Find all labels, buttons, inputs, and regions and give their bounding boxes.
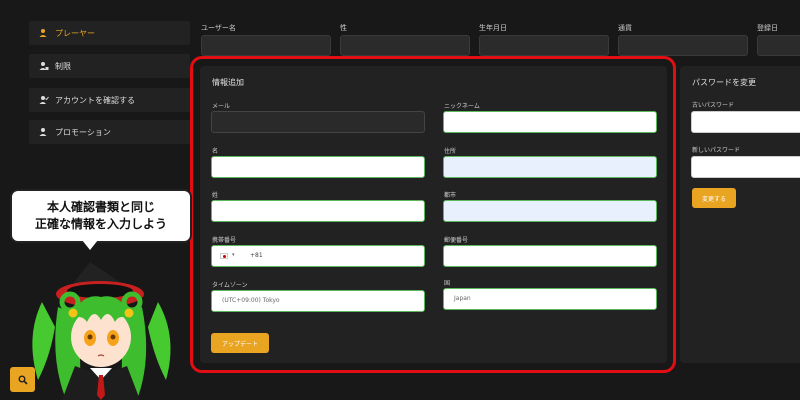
new-password-label: 新しいパスワード (692, 147, 741, 154)
speech-bubble-line-1: 本人確認書類と同じ (46, 199, 155, 214)
user-lock-icon (39, 61, 49, 71)
username-label: ユーザー名 (201, 24, 236, 32)
sidebar-item-label: プロモーション (55, 127, 111, 137)
birthdate-label: 生年月日 (479, 24, 507, 32)
username-field[interactable] (201, 35, 331, 56)
new-password-field[interactable] (691, 156, 800, 178)
sidebar-item-verify-account[interactable]: アカウントを確認する (29, 88, 190, 112)
user-icon (39, 28, 49, 38)
change-password-button[interactable]: 変更する (692, 188, 736, 208)
highlight-frame (190, 56, 676, 373)
sidebar-item-restrictions[interactable]: 制限 (29, 54, 190, 78)
gender-field[interactable] (340, 35, 470, 56)
birthdate-field[interactable] (479, 35, 609, 56)
user-icon (39, 127, 49, 137)
registration-date-field[interactable] (757, 35, 800, 56)
old-password-label: 古いパスワード (692, 102, 735, 109)
old-password-field[interactable] (691, 111, 800, 133)
sidebar-item-promotions[interactable]: プロモーション (29, 120, 190, 144)
sidebar-item-label: 制限 (55, 61, 71, 71)
sidebar-item-players[interactable]: プレーヤー (29, 21, 190, 45)
speech-bubble-tail (82, 240, 98, 250)
gender-label: 性 (340, 24, 347, 32)
user-check-icon (39, 95, 49, 105)
mascot-illustration (32, 262, 171, 400)
speech-bubble-line-2: 正確な情報を入力しよう (34, 217, 167, 231)
password-card-title: パスワードを変更 (692, 78, 756, 87)
sidebar-item-label: アカウントを確認する (55, 95, 135, 105)
currency-field[interactable] (618, 35, 748, 56)
currency-label: 通貨 (618, 24, 632, 32)
sidebar-item-label: プレーヤー (55, 28, 95, 38)
speech-bubble: 本人確認書類と同じ 正確な情報を入力しよう (10, 189, 192, 243)
registration-date-label: 登録日 (757, 24, 778, 32)
